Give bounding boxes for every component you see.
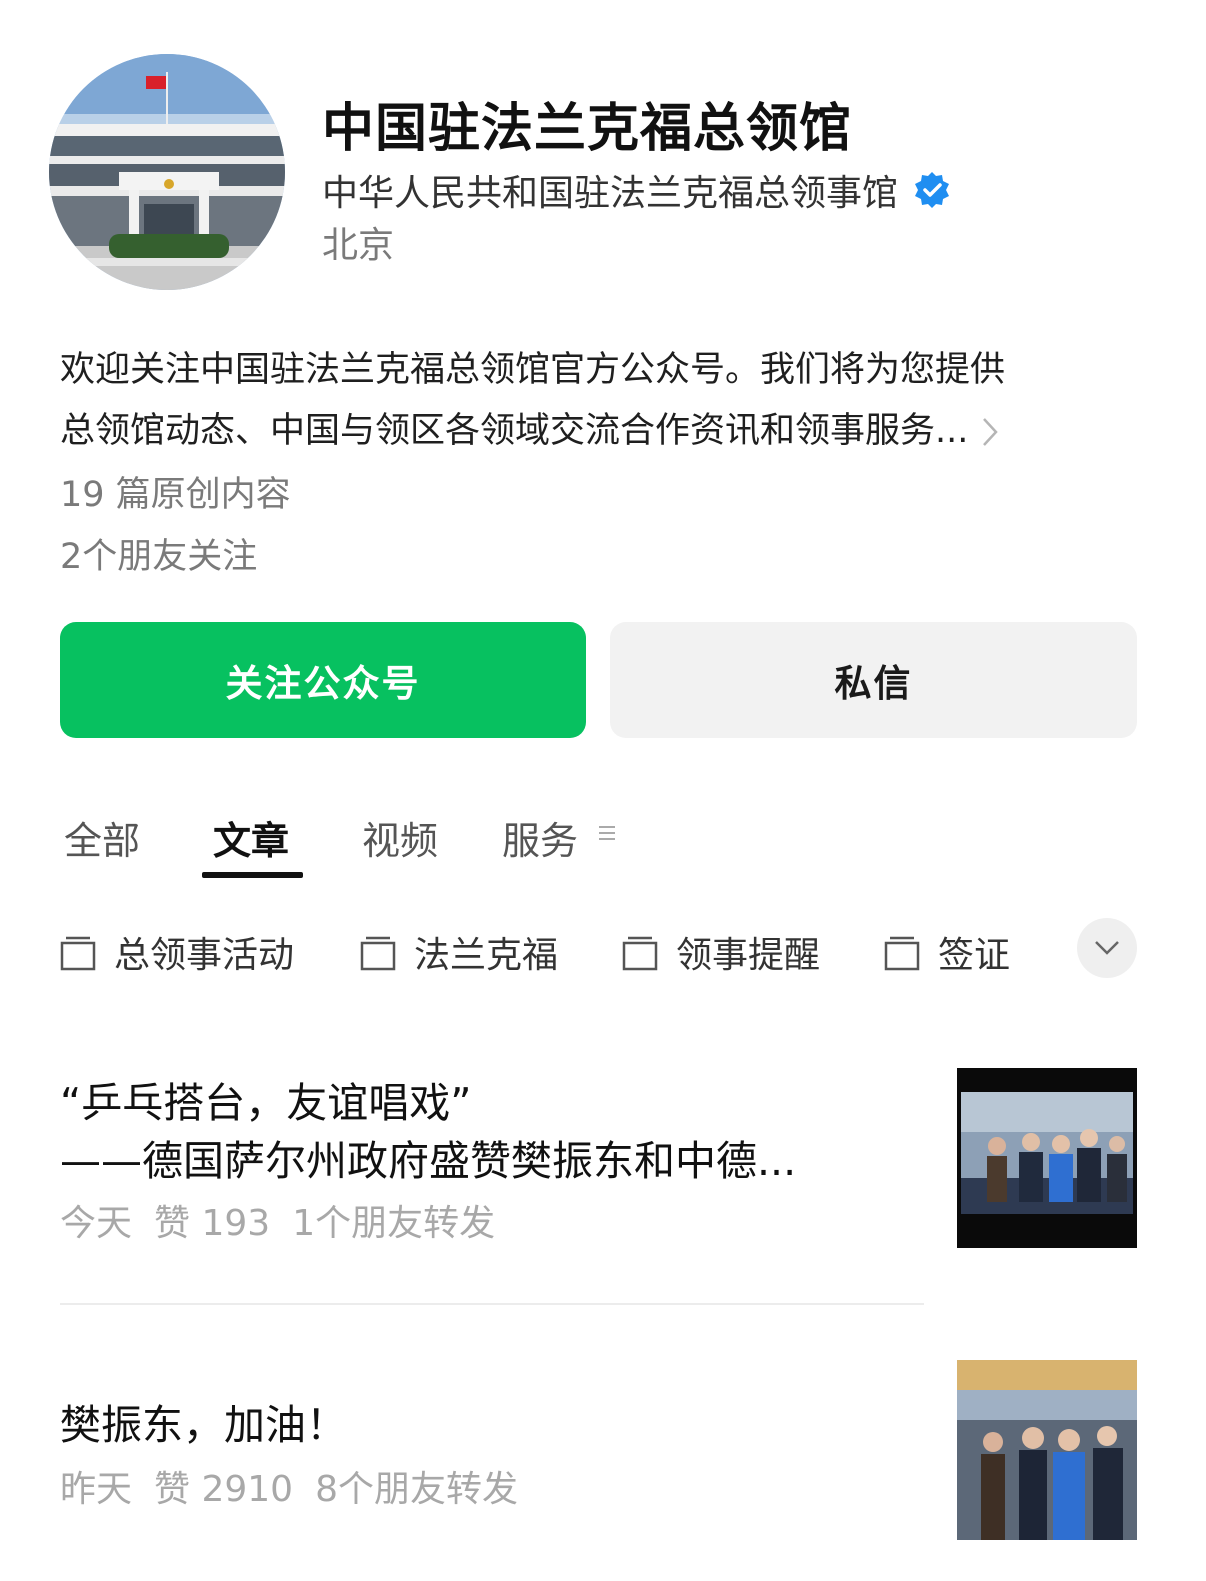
category-label: 领事提醒 — [676, 935, 821, 976]
category-consular-reminder[interactable]: 领事提醒 — [622, 926, 820, 978]
chevron-down-icon — [1095, 941, 1119, 955]
article-meta: 今天赞 193 1个朋友转发 — [60, 1194, 796, 1246]
tab-videos[interactable]: 视频 — [362, 810, 438, 865]
description-line-1: 欢迎关注中国驻法兰克福总领馆官方公众号。我们将为您提供 — [60, 350, 1006, 390]
folder-icon — [60, 936, 96, 971]
message-button[interactable]: 私信 — [610, 622, 1137, 738]
original-count: 19 篇原创内容 — [60, 475, 291, 515]
description-line-2: 总领馆动态、中国与领区各领域交流合作资讯和领事服务... — [60, 411, 969, 451]
chevron-right-icon — [983, 418, 999, 446]
article-date: 今天 — [60, 1203, 133, 1244]
folder-icon — [884, 936, 920, 971]
tab-services[interactable]: 服务 — [502, 810, 578, 865]
article-item[interactable]: “乒乓搭台，友谊唱戏” ——德国萨尔州政府盛赞樊振东和中德... 今天赞 193… — [60, 1074, 796, 1246]
divider — [60, 1303, 924, 1305]
article-date: 昨天 — [60, 1469, 133, 1510]
article-title-line-1: 樊振东，加油！ — [60, 1401, 347, 1449]
article-shares: 1个朋友转发 — [292, 1203, 496, 1244]
category-label: 总领事活动 — [114, 935, 295, 976]
article-title-line-1: “乒乓搭台，友谊唱戏” — [60, 1079, 472, 1127]
tab-all[interactable]: 全部 — [64, 810, 140, 865]
article-thumbnail[interactable] — [957, 1360, 1137, 1540]
article-meta: 昨天赞 2910 8个朋友转发 — [60, 1460, 540, 1512]
account-name: 中国驻法兰克福总领馆 — [322, 99, 853, 159]
tab-articles[interactable]: 文章 — [213, 810, 289, 865]
friends-following[interactable]: 2个朋友关注 — [60, 528, 257, 579]
article-thumbnail[interactable] — [957, 1068, 1137, 1248]
category-frankfurt[interactable]: 法兰克福 — [360, 926, 558, 978]
folder-icon — [622, 936, 658, 971]
category-label: 签证 — [938, 935, 1011, 976]
article-item[interactable]: 樊振东，加油！ 昨天赞 2910 8个朋友转发 — [60, 1396, 540, 1512]
description[interactable]: 欢迎关注中国驻法兰克福总领馆官方公众号。我们将为您提供 总领馆动态、中国与领区各… — [60, 340, 1150, 462]
avatar[interactable] — [49, 54, 285, 290]
category-label: 法兰克福 — [414, 935, 559, 976]
expand-categories-button[interactable] — [1077, 918, 1137, 978]
active-tab-indicator — [202, 872, 303, 878]
follow-button[interactable]: 关注公众号 — [60, 622, 586, 738]
full-name-row: 中华人民共和国驻法兰克福总领事馆 — [322, 164, 952, 216]
location: 北京 — [322, 225, 395, 266]
article-title-line-2: ——德国萨尔州政府盛赞樊振东和中德... — [60, 1137, 797, 1185]
article-shares: 8个朋友转发 — [315, 1469, 518, 1510]
folder-icon — [360, 936, 396, 971]
full-name: 中华人民共和国驻法兰克福总领事馆 — [322, 173, 899, 214]
article-likes: 赞 193 — [154, 1203, 271, 1244]
category-consul-activities[interactable]: 总领事活动 — [60, 926, 294, 978]
description-line-2-row: 总领馆动态、中国与领区各领域交流合作资讯和领事服务... — [60, 401, 1150, 462]
article-likes: 赞 2910 — [154, 1469, 294, 1510]
menu-icon[interactable] — [598, 824, 616, 842]
verified-icon — [915, 172, 950, 208]
category-visa[interactable]: 签证 — [884, 926, 1010, 978]
